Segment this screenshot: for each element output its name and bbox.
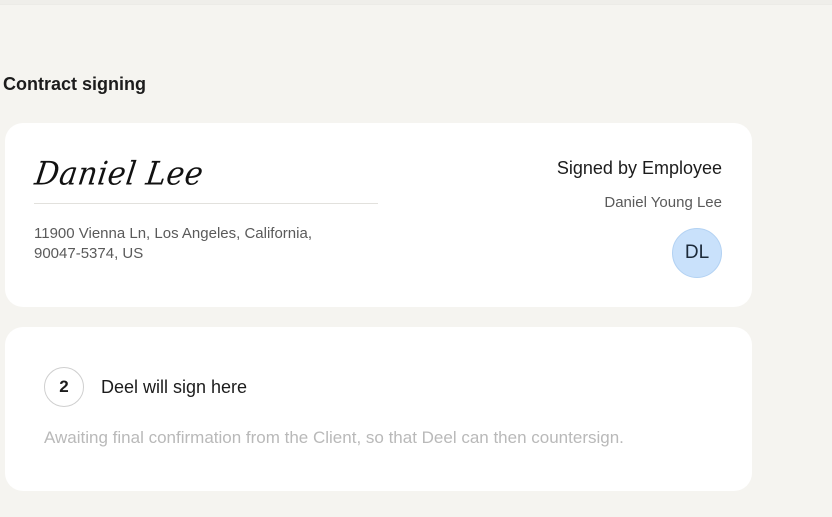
signer-name: Daniel Young Lee [604, 194, 722, 211]
signed-status: Signed by Employee [556, 158, 722, 178]
section-title: Contract signing [3, 74, 146, 94]
avatar: DL [672, 228, 722, 278]
employee-signature: Daniel Lee [32, 155, 206, 194]
signature-underline [34, 203, 378, 204]
deel-sign-card: 2 Deel will sign here Awaiting final con… [5, 327, 752, 491]
step-number-badge: 2 [44, 367, 84, 407]
employee-address: 11900 Vienna Ln, Los Angeles, California… [34, 225, 312, 262]
step-title: Deel will sign here [101, 377, 248, 397]
step-description: Awaiting final confirmation from the Cli… [44, 428, 624, 447]
top-strip [0, 0, 832, 5]
employee-signature-card: Daniel Lee 11900 Vienna Ln, Los Angeles,… [5, 123, 752, 307]
